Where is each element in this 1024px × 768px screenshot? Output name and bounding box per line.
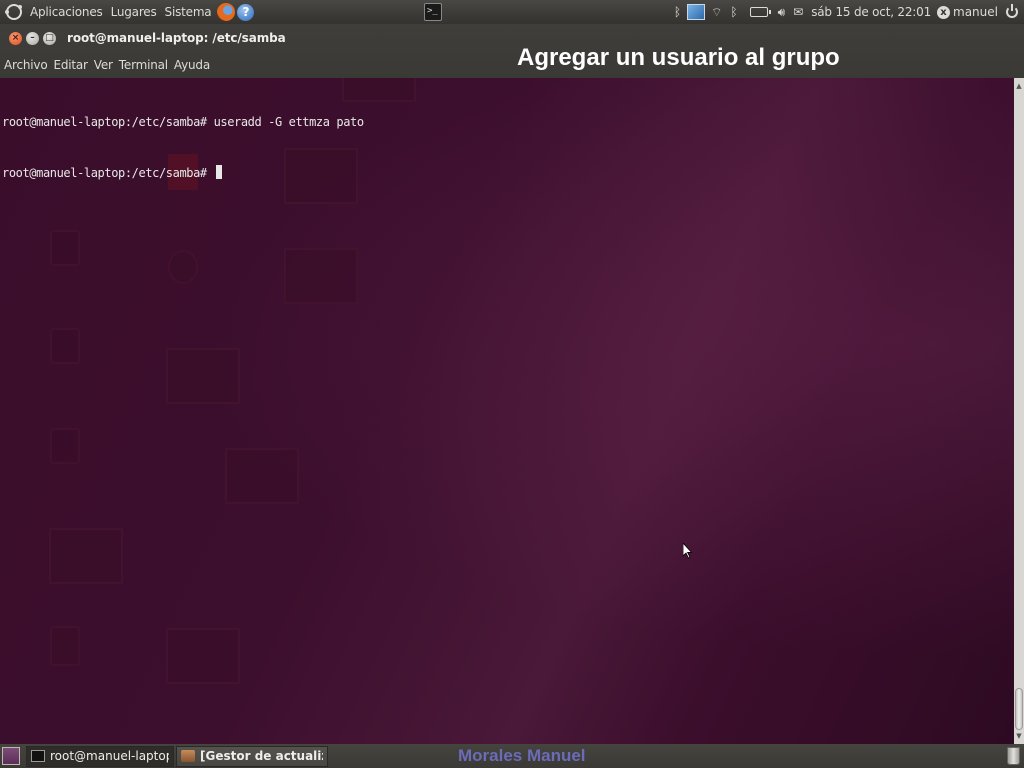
terminal-output[interactable]: root@manuel-laptop:/etc/samba# useradd -… bbox=[0, 78, 1014, 744]
terminal-line: root@manuel-laptop:/etc/samba# useradd -… bbox=[2, 115, 364, 129]
terminal-prompt-line: root@manuel-laptop:/etc/samba# bbox=[2, 165, 364, 182]
desktop-screen: Aplicaciones Lugares Sistema ? >_ ᛒ ⌔ ᛒ … bbox=[0, 0, 1024, 768]
scrollbar-thumb[interactable] bbox=[1015, 688, 1023, 730]
taskbar-item-label: root@manuel-laptop: /e... bbox=[50, 749, 169, 763]
update-manager-icon bbox=[181, 750, 195, 762]
terminal-window-header: × – □ root@manuel-laptop: /etc/samba Arc… bbox=[0, 24, 1024, 78]
terminal-prompt: root@manuel-laptop:/etc/samba# bbox=[2, 166, 214, 180]
bluetooth-icon[interactable]: ᛒ bbox=[674, 5, 681, 19]
top-panel: Aplicaciones Lugares Sistema ? >_ ᛒ ⌔ ᛒ … bbox=[0, 0, 1024, 24]
desktop-ghost-icon bbox=[50, 230, 80, 266]
help-icon[interactable]: ? bbox=[237, 3, 255, 21]
menu-lugares[interactable]: Lugares bbox=[107, 5, 161, 19]
power-icon[interactable] bbox=[1006, 4, 1018, 18]
system-tray: ᛒ ⌔ ᛒ 🔊︎ ✉ sáb 15 de oct, 22:01 x manuel bbox=[670, 0, 1024, 24]
taskbar-item-update-manager[interactable]: [Gestor de actualiza... bbox=[176, 745, 328, 767]
battery-icon[interactable] bbox=[749, 7, 771, 17]
menu-aplicaciones[interactable]: Aplicaciones bbox=[26, 5, 107, 19]
window-title: root@manuel-laptop: /etc/samba bbox=[67, 31, 286, 45]
user-icon: x bbox=[937, 5, 951, 19]
desktop-ghost-icon bbox=[284, 248, 358, 304]
show-desktop-icon[interactable] bbox=[2, 747, 20, 765]
scroll-down-arrow-icon[interactable]: ▼ bbox=[1014, 730, 1024, 742]
wifi-icon[interactable]: ⌔ bbox=[711, 5, 722, 20]
menu-sistema[interactable]: Sistema bbox=[161, 5, 216, 19]
network-icon[interactable] bbox=[687, 4, 706, 20]
user-menu[interactable]: manuel bbox=[953, 5, 998, 19]
ubuntu-logo-icon[interactable] bbox=[5, 4, 22, 20]
trash-icon[interactable] bbox=[1007, 747, 1020, 765]
terminal-icon bbox=[31, 750, 45, 762]
menu-terminal[interactable]: Terminal bbox=[116, 58, 171, 72]
menu-archivo[interactable]: Archivo bbox=[0, 58, 50, 72]
desktop-ghost-icon bbox=[50, 626, 80, 666]
menu-ayuda[interactable]: Ayuda bbox=[171, 58, 213, 72]
taskbar-item-terminal[interactable]: root@manuel-laptop: /e... bbox=[26, 745, 174, 767]
terminal-launcher-icon[interactable]: >_ bbox=[424, 3, 442, 21]
window-titlebar[interactable]: × – □ root@manuel-laptop: /etc/samba bbox=[0, 24, 1024, 52]
terminal-cursor bbox=[215, 165, 222, 179]
minimize-window-button[interactable]: – bbox=[26, 31, 39, 45]
terminal-scrollbar[interactable]: ▲ ▼ bbox=[1014, 78, 1024, 744]
desktop-ghost-icon bbox=[50, 428, 80, 464]
desktop-ghost-icon bbox=[225, 448, 299, 504]
mail-icon[interactable]: ✉ bbox=[793, 5, 803, 19]
menu-ver[interactable]: Ver bbox=[91, 58, 116, 72]
terminal-text: root@manuel-laptop:/etc/samba# useradd -… bbox=[2, 80, 364, 216]
desktop-ghost-icon bbox=[166, 348, 240, 404]
author-watermark: Morales Manuel bbox=[458, 746, 586, 765]
bottom-panel: root@manuel-laptop: /e... [Gestor de act… bbox=[0, 744, 1024, 768]
desktop-ghost-icon bbox=[166, 628, 240, 684]
menu-editar[interactable]: Editar bbox=[50, 58, 90, 72]
desktop-ghost-icon bbox=[50, 328, 80, 364]
close-window-button[interactable]: × bbox=[9, 31, 22, 45]
desktop-ghost-icon bbox=[168, 250, 198, 284]
overlay-caption: Agregar un usuario al grupo bbox=[517, 44, 840, 71]
maximize-window-button[interactable]: □ bbox=[43, 31, 56, 45]
desktop-ghost-icon bbox=[49, 528, 123, 584]
firefox-icon[interactable] bbox=[217, 3, 236, 21]
bluetooth-icon[interactable]: ᛒ bbox=[730, 5, 737, 19]
scroll-up-arrow-icon[interactable]: ▲ bbox=[1014, 80, 1024, 92]
window-menubar: Archivo Editar Ver Terminal Ayuda bbox=[0, 52, 1024, 78]
taskbar-item-label: [Gestor de actualiza... bbox=[200, 749, 323, 763]
volume-icon[interactable]: 🔊︎ bbox=[778, 5, 786, 20]
clock[interactable]: sáb 15 de oct, 22:01 bbox=[811, 5, 931, 19]
